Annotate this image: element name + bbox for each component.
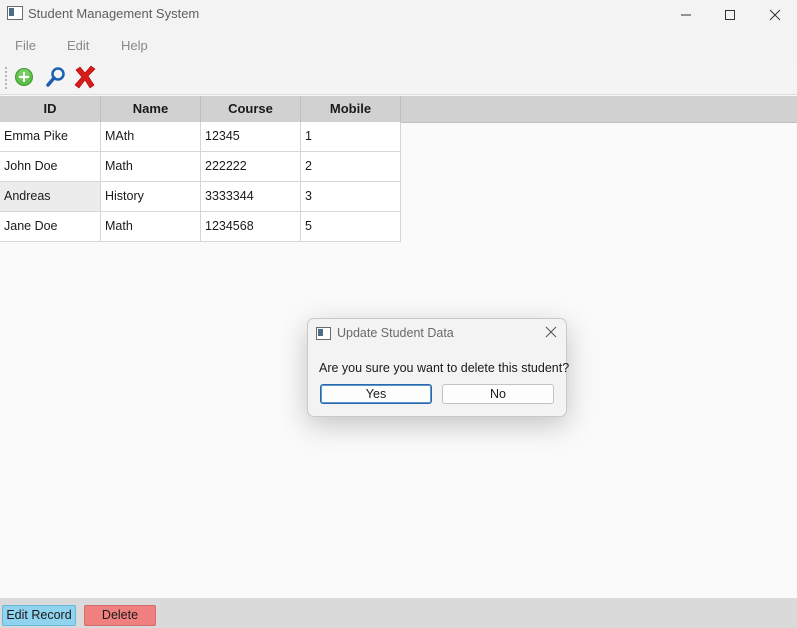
cell-id: Emma Pike — [0, 122, 101, 152]
cell-course: 1234568 — [201, 212, 301, 242]
table-header: ID Name Course Mobile — [0, 96, 797, 123]
minimize-icon — [681, 14, 691, 16]
cell-course: 12345 — [201, 122, 301, 152]
yes-button[interactable]: Yes — [320, 384, 432, 404]
dialog-title: Update Student Data — [337, 326, 454, 340]
maximize-button[interactable] — [707, 0, 753, 30]
menu-edit[interactable]: Edit — [67, 38, 89, 53]
window-title: Student Management System — [28, 6, 200, 21]
column-header-name[interactable]: Name — [101, 96, 201, 122]
toolbar — [0, 61, 797, 95]
cell-mobile: 3 — [301, 182, 401, 212]
menu-file[interactable]: File — [15, 38, 36, 53]
cell-mobile: 2 — [301, 152, 401, 182]
maximize-icon — [725, 10, 735, 20]
delete-toolbar-button[interactable] — [73, 65, 97, 89]
app-window-icon — [7, 6, 23, 20]
search-icon — [46, 67, 65, 87]
cell-id: John Doe — [0, 152, 101, 182]
cell-name: Math — [101, 152, 201, 182]
table-row[interactable]: Andreas History 3333344 3 — [0, 182, 401, 212]
search-button[interactable] — [44, 65, 68, 89]
cell-mobile: 5 — [301, 212, 401, 242]
table-row[interactable]: John Doe Math 222222 2 — [0, 152, 401, 182]
no-button[interactable]: No — [442, 384, 554, 404]
edit-record-button[interactable]: Edit Record — [2, 605, 76, 626]
close-button[interactable] — [752, 0, 797, 30]
cell-course: 3333344 — [201, 182, 301, 212]
add-button[interactable] — [12, 65, 36, 89]
column-header-id[interactable]: ID — [0, 96, 101, 122]
table-row[interactable]: Jane Doe Math 1234568 5 — [0, 212, 401, 242]
dialog-close-icon[interactable] — [544, 325, 558, 339]
dialog-window-icon — [316, 327, 331, 340]
cell-id: Jane Doe — [0, 212, 101, 242]
cell-name: History — [101, 182, 201, 212]
cell-name: MAth — [101, 122, 201, 152]
delete-button[interactable]: Delete — [84, 605, 156, 626]
column-header-course[interactable]: Course — [201, 96, 301, 122]
confirm-delete-dialog: Update Student Data Are you sure you wan… — [307, 318, 570, 417]
menu-help[interactable]: Help — [121, 38, 148, 53]
toolbar-grip[interactable] — [5, 67, 9, 89]
close-icon — [769, 9, 781, 21]
cell-name: Math — [101, 212, 201, 242]
minimize-button[interactable] — [663, 0, 709, 30]
title-bar: Student Management System — [0, 0, 797, 30]
cell-mobile: 1 — [301, 122, 401, 152]
menu-bar: File Edit Help — [0, 30, 797, 61]
delete-icon — [74, 65, 96, 89]
add-icon — [15, 68, 33, 86]
dialog-message: Are you sure you want to delete this stu… — [319, 361, 570, 375]
table-row[interactable]: Emma Pike MAth 12345 1 — [0, 122, 401, 152]
column-header-mobile[interactable]: Mobile — [301, 96, 401, 122]
cell-course: 222222 — [201, 152, 301, 182]
cell-id: Andreas — [0, 182, 101, 212]
